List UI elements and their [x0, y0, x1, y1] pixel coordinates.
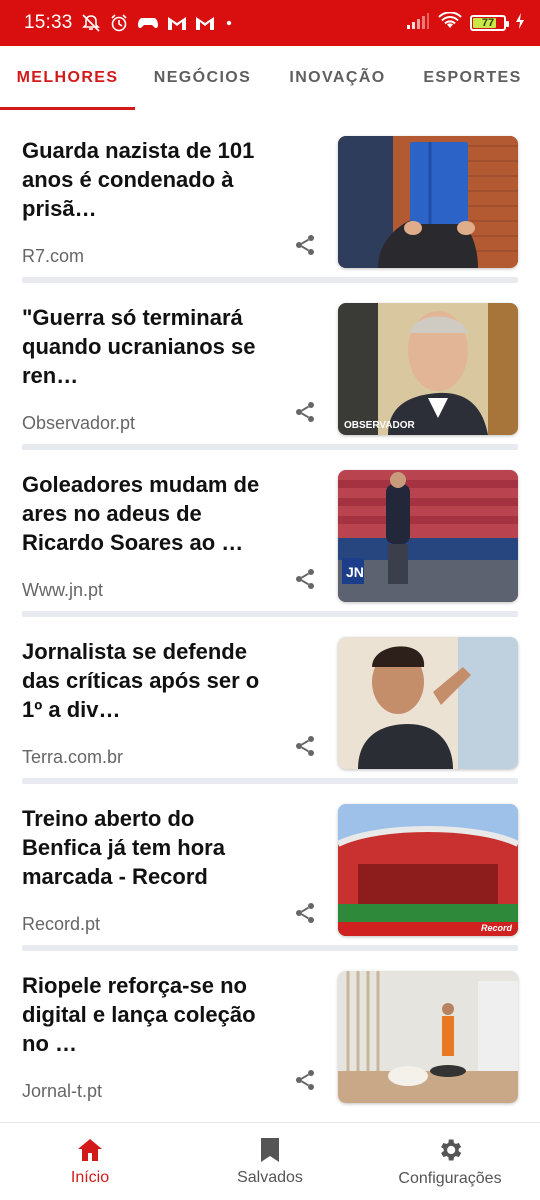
status-left-icons: [81, 13, 235, 33]
nav-inicio[interactable]: Início: [0, 1123, 180, 1200]
nav-label: Configurações: [398, 1169, 502, 1187]
notifications-off-icon: [81, 13, 101, 33]
gmail-icon: [195, 15, 215, 31]
article-card[interactable]: "Guerra só terminará quando ucranianos s…: [0, 283, 540, 450]
article-title[interactable]: Guarda nazista de 101 anos é condenado à…: [22, 136, 267, 223]
thumbnail-caption: Record: [480, 923, 512, 933]
tab-inovacao[interactable]: INOVAÇÃO: [270, 46, 405, 110]
share-button[interactable]: [291, 398, 319, 426]
nav-label: Salvados: [237, 1168, 303, 1186]
tab-negocios[interactable]: NEGÓCIOS: [135, 46, 270, 110]
article-thumbnail[interactable]: OBSERVADOR: [338, 303, 518, 435]
bottom-navigation: Início Salvados Configurações: [0, 1122, 540, 1200]
article-source: R7.com: [22, 246, 85, 266]
article-card[interactable]: Guarda nazista de 101 anos é condenado à…: [0, 116, 540, 283]
article-source: Jornal-t.pt: [22, 1081, 103, 1101]
share-icon: [296, 903, 314, 923]
tab-esportes[interactable]: ESPORTES: [405, 46, 540, 110]
game-controller-icon: [137, 14, 159, 32]
signal-icon: [406, 12, 430, 35]
article-source: Terra.com.br: [22, 747, 124, 767]
category-tabs: MELHORES NEGÓCIOS INOVAÇÃO ESPORTES: [0, 46, 540, 110]
battery-level: 77: [481, 17, 495, 29]
bookmark-icon: [261, 1137, 279, 1162]
news-feed: Guarda nazista de 101 anos é condenado à…: [0, 116, 540, 1118]
share-icon: [296, 569, 314, 589]
share-icon: [296, 235, 314, 255]
share-button[interactable]: [291, 1066, 319, 1094]
thumbnail-caption: OBSERVADOR: [344, 420, 415, 431]
article-source: Www.jn.pt: [22, 580, 104, 600]
status-time: 15:33: [24, 12, 73, 33]
tab-melhores[interactable]: MELHORES: [0, 46, 135, 110]
article-thumbnail[interactable]: [338, 136, 518, 268]
article-title[interactable]: Goleadores mudam de ares no adeus de Ric…: [22, 470, 267, 557]
article-card[interactable]: Goleadores mudam de ares no adeus de Ric…: [0, 450, 540, 617]
home-icon: [78, 1138, 102, 1161]
status-bar: 15:33 77: [0, 0, 540, 46]
nav-configuracoes[interactable]: Configurações: [360, 1123, 540, 1200]
thumbnail-caption: JN: [346, 564, 364, 580]
share-button[interactable]: [291, 565, 319, 593]
article-title[interactable]: Treino aberto do Benfica já tem hora mar…: [22, 804, 267, 891]
article-thumbnail[interactable]: JN: [338, 470, 518, 602]
share-button[interactable]: [291, 732, 319, 760]
article-card[interactable]: Jornalista se defende das críticas após …: [0, 617, 540, 784]
article-thumbnail[interactable]: Record: [338, 804, 518, 936]
battery-icon: 77: [470, 15, 509, 31]
share-button[interactable]: [291, 231, 319, 259]
article-source: Record.pt: [22, 914, 101, 934]
share-button[interactable]: [291, 899, 319, 927]
nav-label: Início: [70, 1168, 110, 1186]
gear-icon: [441, 1139, 462, 1160]
dot-icon: [223, 17, 235, 29]
article-thumbnail[interactable]: [338, 637, 518, 769]
nav-salvados[interactable]: Salvados: [180, 1123, 360, 1200]
wifi-icon: [438, 10, 462, 35]
news-app: 15:33 77 MELHORES NEGÓCIOS INOVAÇÃO ESPO…: [0, 0, 540, 1200]
article-title[interactable]: Riopele reforça-se no digital e lança co…: [22, 971, 267, 1058]
share-icon: [296, 736, 314, 756]
article-card[interactable]: Treino aberto do Benfica já tem hora mar…: [0, 784, 540, 951]
share-icon: [296, 1070, 314, 1090]
gmail-icon: [167, 15, 187, 31]
status-right-icons: 77: [406, 10, 526, 35]
article-title[interactable]: "Guerra só terminará quando ucranianos s…: [22, 303, 267, 390]
charging-icon: [514, 12, 526, 35]
alarm-icon: [109, 13, 129, 33]
article-card[interactable]: Riopele reforça-se no digital e lança co…: [0, 951, 540, 1118]
article-title[interactable]: Jornalista se defende das críticas após …: [22, 637, 267, 724]
article-source: Observador.pt: [22, 413, 136, 433]
share-icon: [296, 402, 314, 422]
article-thumbnail[interactable]: [338, 971, 518, 1103]
